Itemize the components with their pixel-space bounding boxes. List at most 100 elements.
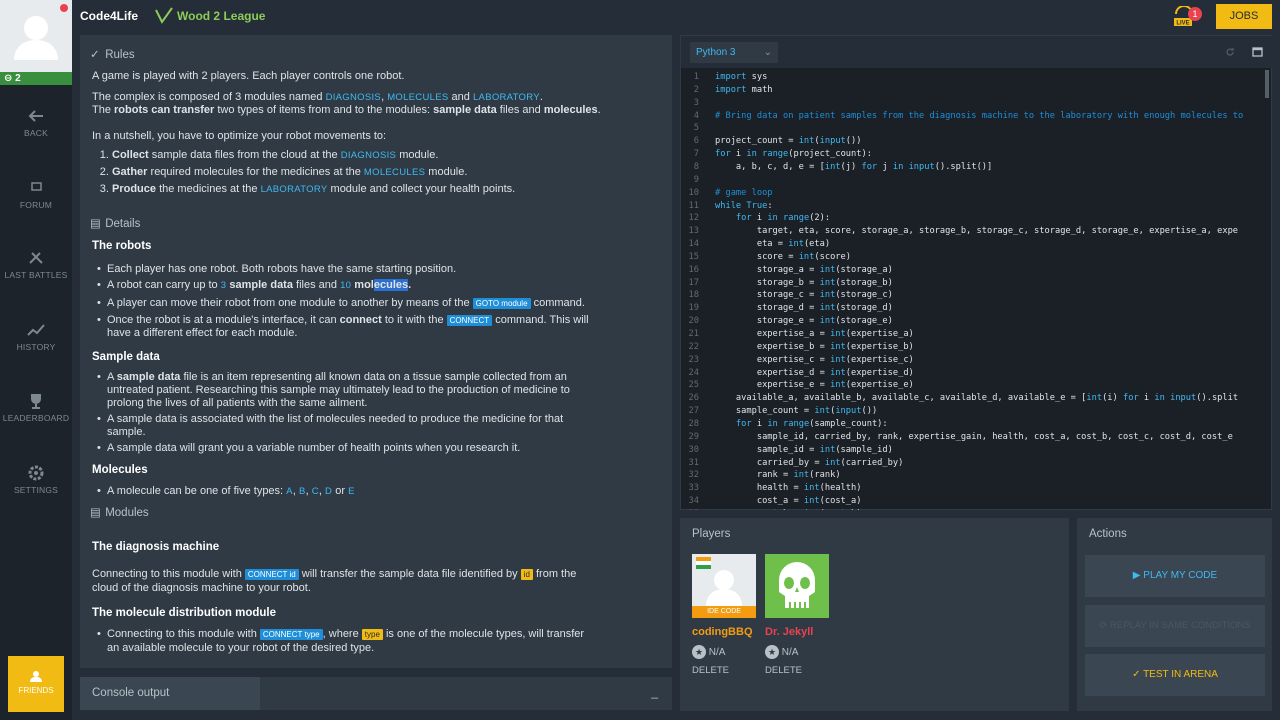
document-icon: ▤ [90, 218, 101, 230]
check-icon: ✓ [1132, 669, 1141, 680]
code-line: expertise_c = int(expertise_c) [715, 354, 914, 365]
code-line: for i in range(project_count): [715, 149, 872, 160]
replay-same-conditions-button[interactable]: ⟳ REPLAY IN SAME CONDITIONS [1085, 605, 1265, 647]
line-number: 26 [688, 393, 699, 404]
user-avatar[interactable] [0, 0, 72, 72]
refresh-icon[interactable] [1225, 47, 1235, 57]
document-icon: ▤ [90, 507, 101, 520]
star-icon: ★ [765, 645, 779, 659]
line-number: 29 [688, 431, 699, 442]
code-line: # Bring data on patient samples from the… [715, 110, 1244, 121]
sidebar-item-back[interactable]: BACK [0, 108, 72, 138]
modules-section-header[interactable]: ▤ Modules [90, 502, 648, 525]
ide-code-badge: IDE CODE [692, 606, 756, 618]
line-number: 18 [688, 290, 699, 301]
sidebar-item-label: SETTINGS [13, 485, 59, 495]
jobs-button[interactable]: JOBS [1216, 4, 1272, 29]
expand-icon[interactable] [1252, 47, 1263, 57]
players-panel: Players IDE CODE codingBBQ ★ N/A DELETE … [680, 518, 1069, 711]
player-rank: ★ N/A [765, 645, 831, 659]
level-icon: ⊖ [4, 73, 16, 84]
play-my-code-button[interactable]: ▶ PLAY MY CODE [1085, 555, 1265, 597]
line-number: 1 [693, 72, 699, 82]
rules-section-header[interactable]: ✓ Rules [90, 44, 648, 67]
top-bar: Code4Life Wood 2 League LIVE 1 JOBS [72, 0, 1280, 33]
friends-button[interactable]: FRIENDS [8, 656, 64, 712]
line-number: 17 [688, 277, 699, 288]
line-number: 24 [688, 367, 699, 378]
code-line: rank = int(rank) [715, 470, 841, 481]
code-line: available_a, available_b, available_c, a… [715, 393, 1239, 404]
code-line: health = int(health) [715, 483, 862, 494]
trophy-icon [31, 394, 41, 409]
list-item: Once the robot is at a module's interfac… [97, 314, 648, 341]
line-number: 35 [681, 509, 699, 510]
sidebar-item-settings[interactable]: SETTINGS [0, 465, 72, 495]
code-line: project_count = int(input()) [715, 136, 862, 147]
sidebar-item-label: HISTORY [16, 342, 56, 352]
sidebar-item-last-battles[interactable]: LAST BATTLES [0, 250, 72, 280]
player-card: Dr. Jekyll ★ N/A DELETE [765, 554, 831, 676]
minimize-button[interactable]: _ [651, 685, 658, 699]
console-panel: Console output _ [80, 677, 672, 710]
line-number: 27 [688, 406, 699, 417]
language-value: Python 3 [696, 47, 736, 58]
list-item: A player can move their robot from one m… [97, 295, 648, 312]
details-title: Details [105, 218, 141, 230]
live-button[interactable]: LIVE 1 [1174, 5, 1202, 28]
replay-icon: ⟳ [1099, 620, 1108, 631]
delete-player-button[interactable]: DELETE [692, 665, 758, 676]
battles-icon [29, 252, 43, 264]
play-icon: ▶ [1132, 570, 1141, 581]
sidebar-item-forum[interactable]: FORUM [0, 180, 72, 210]
sidebar-item-leaderboard[interactable]: LEADERBOARD [0, 393, 72, 423]
steps-list: Collect sample data files from the cloud… [92, 147, 648, 198]
code-line: target, eta, score, storage_a, storage_b… [715, 226, 1239, 237]
line-number: 19 [688, 303, 699, 314]
gear-icon [28, 465, 44, 481]
list-item: A molecule can be one of five types: A, … [97, 485, 648, 499]
line-number: 25 [688, 380, 699, 391]
rules-paragraph: A game is played with 2 players. Each pl… [92, 70, 405, 82]
robots-heading: The robots [92, 240, 152, 252]
test-in-arena-button[interactable]: ✓ TEST IN ARENA [1085, 654, 1265, 696]
molecules-list: A molecule can be one of five types: A, … [92, 485, 648, 499]
console-tab[interactable]: Console output [80, 677, 260, 710]
list-item: Each player has one robot. Both robots h… [97, 261, 648, 278]
editor-toolbar: Python 3 ⌄ [681, 36, 1273, 68]
player-name: codingBBQ [692, 626, 753, 638]
line-number: 10 [688, 187, 699, 198]
delete-player-button[interactable]: DELETE [765, 665, 831, 676]
player-avatar[interactable] [765, 554, 829, 618]
molecules-heading: Molecules [92, 464, 148, 477]
line-number: 32 [688, 470, 699, 481]
star-icon: ★ [692, 645, 706, 659]
rules-paragraph: The complex is composed of 3 modules nam… [92, 90, 543, 103]
rules-paragraph: The robots can transfer two types of ite… [92, 104, 601, 116]
player-avatar[interactable]: IDE CODE [692, 554, 756, 618]
code-line: a, b, c, d, e = [int(j) for j in input()… [715, 161, 993, 172]
language-select[interactable]: Python 3 ⌄ [690, 42, 778, 63]
friends-label: FRIENDS [18, 686, 54, 695]
sample-data-heading: Sample data [92, 350, 160, 363]
line-number: 20 [688, 316, 699, 327]
sidebar-item-label: FORUM [19, 200, 53, 210]
line-number: 7 [693, 149, 699, 160]
code-line: score = int(score) [715, 251, 852, 262]
history-icon [27, 324, 45, 336]
rules-paragraph: In a nutshell, you have to optimize your… [92, 129, 387, 142]
player-name: Dr. Jekyll [765, 626, 814, 638]
line-number: 5 [693, 123, 699, 134]
code-line: # game loop [715, 187, 773, 198]
code-line: sample_id = int(sample_id) [715, 444, 893, 455]
details-section-header[interactable]: ▤ Details [90, 213, 648, 236]
player-rank: ★ N/A [692, 645, 758, 659]
live-count-badge: 1 [1188, 7, 1202, 21]
code-line: for i in range(2): [735, 213, 831, 224]
code-area[interactable]: 1 import sys 2 import math 3 4 # Bring data on… [681, 70, 1273, 510]
editor-scrollbar[interactable] [1265, 70, 1269, 98]
sidebar-item-history[interactable]: HISTORY [0, 322, 72, 352]
brand-title: Code4Life [80, 9, 139, 23]
sample-list: A sample data file is an item representi… [92, 371, 648, 455]
chevron-down-icon: ⌄ [763, 47, 772, 58]
